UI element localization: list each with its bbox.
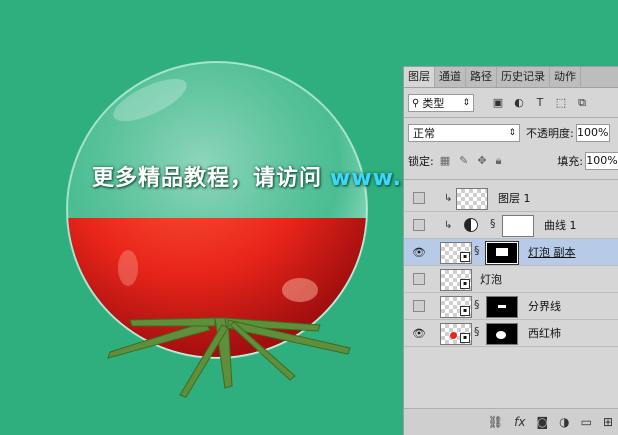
layer-row[interactable]: ▪ § 分界线 — [404, 293, 618, 320]
visibility-toggle[interactable]: 👁︎ — [412, 326, 426, 340]
text-filter-icon[interactable]: T — [534, 97, 546, 109]
lock-position-icon[interactable]: ✥ — [477, 154, 486, 168]
image-filter-icon[interactable]: ▣ — [492, 97, 504, 109]
blend-mode-select[interactable]: 正常 ⇕ — [408, 124, 520, 142]
layer-name[interactable]: 分界线 — [528, 298, 561, 314]
layer-thumbnail[interactable] — [456, 188, 488, 210]
fx-icon[interactable]: fx — [514, 415, 525, 429]
add-mask-icon[interactable]: ◙ — [536, 415, 548, 429]
visibility-toggle[interactable] — [412, 272, 426, 286]
layer-thumbnail[interactable]: ▪ — [440, 296, 472, 318]
hidden-visibility-icon — [413, 273, 425, 285]
eye-icon: 👁︎ — [412, 245, 426, 259]
eye-icon: 👁︎ — [412, 326, 426, 340]
tab-channels[interactable]: 通道 — [435, 67, 466, 87]
visibility-toggle[interactable] — [412, 218, 426, 232]
smart-object-icon: ▪ — [460, 252, 470, 262]
panel-bottom-toolbar: ⛓ fx ◙ ◑ ▭ ⊞ — [404, 408, 618, 435]
layer-name[interactable]: 灯泡 副本 — [528, 244, 576, 260]
search-icon: ⚲ — [412, 97, 420, 109]
link-icon[interactable]: § — [474, 244, 480, 257]
layer-list: ↳ 图层 1 ↳ § 曲线 1 👁︎ ▪ § 灯泡 副本 ▪ 灯泡 ▪ § 分界… — [404, 185, 618, 347]
folder-icon[interactable]: ▭ — [581, 415, 592, 429]
layer-row[interactable]: 👁︎ ▪ § 西红柿 — [404, 320, 618, 347]
layer-thumbnail[interactable]: ▪ — [440, 269, 472, 291]
layer-thumbnail[interactable]: ▪ — [440, 323, 472, 345]
layer-name[interactable]: 灯泡 — [480, 271, 502, 287]
layer-mask-thumbnail[interactable] — [502, 215, 534, 237]
adjustment-filter-icon[interactable]: ◐ — [513, 97, 525, 109]
shape-filter-icon[interactable]: ⬚ — [555, 97, 567, 109]
layer-row[interactable]: ↳ § 曲线 1 — [404, 212, 618, 239]
smart-object-icon: ▪ — [460, 333, 470, 343]
divider — [404, 179, 618, 180]
layer-row[interactable]: ▪ 灯泡 — [404, 266, 618, 293]
hidden-visibility-icon — [413, 300, 425, 312]
layers-panel: 图层 通道 路径 历史记录 动作 ⚲ 类型 ⇕ ▣ ◐ T ⬚ ⧉ 正常 ⇕ 不… — [403, 66, 618, 435]
visibility-toggle[interactable] — [412, 191, 426, 205]
panel-tabs: 图层 通道 路径 历史记录 动作 — [404, 67, 618, 88]
link-icon[interactable]: § — [474, 325, 480, 338]
watermark-text: 更多精品教程，请访问 — [92, 166, 323, 191]
clip-arrow-icon: ↳ — [444, 192, 453, 204]
tab-paths[interactable]: 路径 — [466, 67, 497, 87]
tab-history[interactable]: 历史记录 — [497, 67, 550, 87]
fill-label: 填充: — [557, 155, 583, 168]
visibility-toggle[interactable]: 👁︎ — [412, 245, 426, 259]
adjustment-layer-icon[interactable]: ◑ — [559, 415, 569, 429]
filter-row: ⚲ 类型 ⇕ ▣ ◐ T ⬚ ⧉ — [408, 93, 615, 113]
visibility-toggle[interactable] — [412, 299, 426, 313]
layer-mask-thumbnail[interactable] — [486, 323, 518, 345]
layer-row[interactable]: ↳ 图层 1 — [404, 185, 618, 212]
link-icon[interactable]: § — [490, 217, 496, 230]
fill-input[interactable]: 100% — [585, 152, 618, 170]
layer-thumbnail[interactable]: ▪ — [440, 242, 472, 264]
layer-name[interactable]: 曲线 1 — [544, 217, 577, 233]
layer-name[interactable]: 图层 1 — [498, 190, 531, 206]
lock-icons: ▦ ✎ ✥ 🔒︎ — [440, 154, 502, 168]
chevron-icon: ⇕ — [462, 98, 470, 108]
filter-icons: ▣ ◐ T ⬚ ⧉ — [492, 97, 588, 109]
link-icon[interactable]: § — [474, 298, 480, 311]
blend-row: 正常 ⇕ 不透明度: 100% — [408, 123, 618, 143]
curves-adjustment-icon[interactable] — [464, 218, 478, 232]
filter-kind-label: 类型 — [422, 97, 445, 110]
layer-row-selected[interactable]: 👁︎ ▪ § 灯泡 副本 — [404, 239, 618, 266]
chevron-icon: ⇕ — [508, 128, 516, 138]
tab-layers[interactable]: 图层 — [404, 67, 435, 87]
filter-kind-select[interactable]: ⚲ 类型 ⇕ — [408, 94, 474, 112]
smart-object-icon: ▪ — [460, 306, 470, 316]
opacity-input[interactable]: 100% — [575, 124, 610, 142]
smart-object-icon: ▪ — [460, 279, 470, 289]
layer-mask-thumbnail[interactable] — [485, 241, 519, 265]
divider — [404, 117, 618, 118]
tomato-highlight — [282, 278, 318, 302]
new-layer-icon[interactable]: ⊞ — [603, 415, 613, 429]
tab-actions[interactable]: 动作 — [550, 67, 581, 87]
lock-transparent-icon[interactable]: ▦ — [440, 154, 450, 168]
lock-label: 锁定: — [408, 155, 434, 168]
smart-object-filter-icon[interactable]: ⧉ — [576, 97, 588, 109]
lock-row: 锁定: ▦ ✎ ✥ 🔒︎ 填充: 100% — [408, 151, 618, 171]
lock-all-icon[interactable]: 🔒︎ — [496, 154, 502, 168]
layer-name[interactable]: 西红柿 — [528, 325, 561, 341]
hidden-visibility-icon — [413, 192, 425, 204]
opacity-label: 不透明度: — [526, 127, 574, 140]
hidden-visibility-icon — [413, 219, 425, 231]
link-layers-icon[interactable]: ⛓ — [488, 415, 503, 429]
layer-mask-thumbnail[interactable] — [486, 296, 518, 318]
clip-arrow-icon: ↳ — [444, 219, 453, 231]
lock-paint-icon[interactable]: ✎ — [459, 154, 468, 168]
blend-mode-value: 正常 — [413, 127, 435, 140]
tomato-highlight-2 — [118, 250, 138, 286]
